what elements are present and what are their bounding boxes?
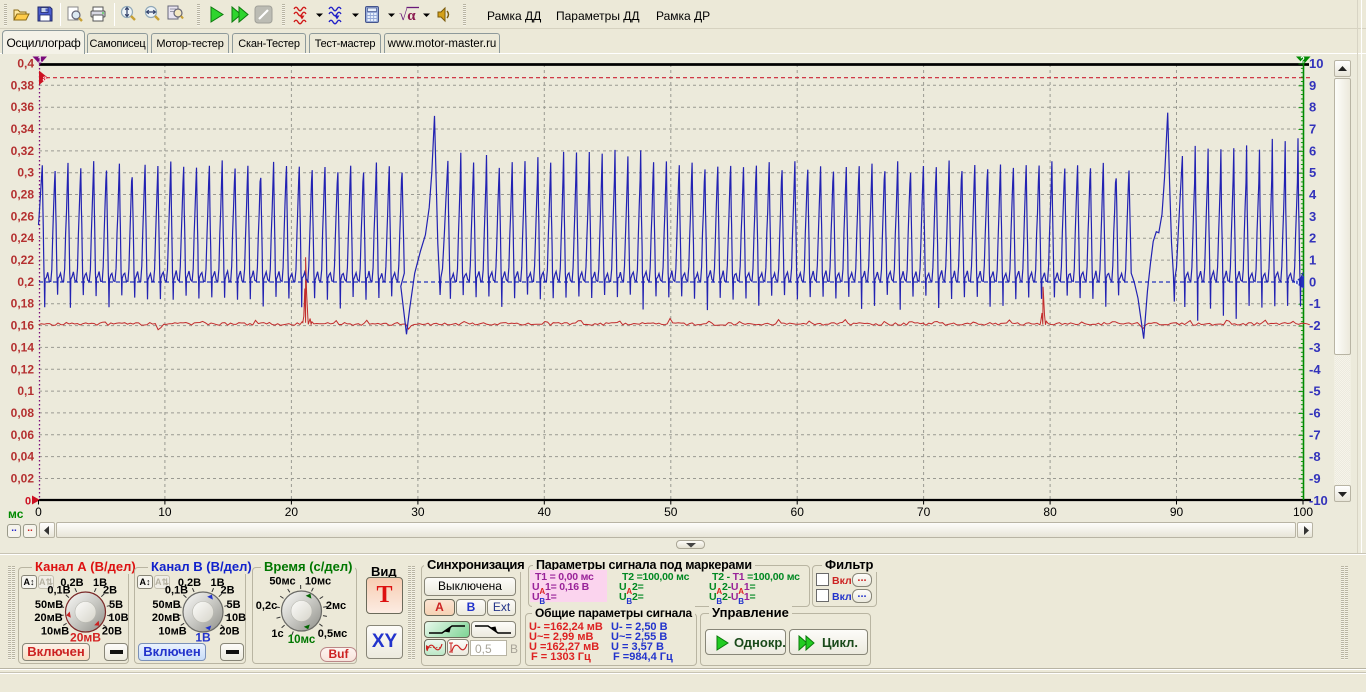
svg-text:0,12: 0,12 [11,362,35,376]
svg-text:-2: -2 [1309,318,1321,333]
svg-text:30: 30 [411,505,425,519]
svg-text:10мс: 10мс [288,634,316,646]
svg-text:-1: -1 [1309,296,1321,311]
svg-text:10мс: 10мс [305,576,331,588]
svg-text:-9: -9 [1309,471,1321,486]
svg-text:50мс: 50мс [269,576,295,588]
svg-text:20: 20 [285,505,299,519]
svg-text:10мВ: 10мВ [41,626,69,638]
svg-text:0,2с: 0,2с [256,600,277,612]
svg-text:0,26: 0,26 [11,209,35,223]
svg-text:20В: 20В [219,626,239,638]
svg-text:2мс: 2мс [326,600,346,612]
svg-text:-6: -6 [1309,405,1321,420]
svg-text:0,1: 0,1 [17,384,34,398]
svg-text:3: 3 [1309,209,1316,224]
svg-text:20мВ: 20мВ [152,612,180,624]
svg-text:0,5мс: 0,5мс [318,628,347,640]
svg-text:0,08: 0,08 [11,406,35,420]
svg-text:10мВ: 10мВ [158,626,186,638]
svg-text:0,32: 0,32 [11,144,35,158]
svg-text:50мВ: 50мВ [35,599,63,611]
svg-text:0,38: 0,38 [11,78,35,92]
svg-text:0,24: 0,24 [11,231,35,245]
svg-text:10В: 10В [108,612,128,624]
svg-text:1с: 1с [271,628,283,640]
svg-text:√α: √α [399,8,416,24]
svg-text:4: 4 [1309,187,1317,202]
svg-text:0,34: 0,34 [11,122,35,136]
svg-text:9: 9 [1309,78,1316,93]
svg-text:0,4: 0,4 [17,57,34,71]
svg-text:-4: -4 [1309,362,1321,377]
svg-text:2: 2 [1300,56,1305,65]
svg-text:0: 0 [1309,274,1316,289]
svg-text:0,2: 0,2 [17,275,34,289]
svg-text:0,22: 0,22 [11,253,35,267]
svg-text:0,18: 0,18 [11,297,35,311]
svg-text:0: 0 [1295,279,1300,288]
svg-text:2В: 2В [220,585,234,597]
svg-text:2В: 2В [103,585,117,597]
svg-text:50мВ: 50мВ [152,599,180,611]
svg-text:60: 60 [791,505,805,519]
svg-text:7: 7 [1309,122,1316,137]
svg-text:5В: 5В [109,599,123,611]
svg-text:0,02: 0,02 [11,472,35,486]
svg-text:80: 80 [1043,505,1057,519]
svg-text:-5: -5 [1309,384,1321,399]
svg-text:0,14: 0,14 [11,340,35,354]
svg-text:a: a [43,74,48,83]
svg-text:1: 1 [1309,253,1316,268]
svg-text:0: 0 [35,505,42,519]
svg-text:10: 10 [158,505,172,519]
svg-text:5В: 5В [226,599,240,611]
svg-text:10: 10 [1309,56,1323,71]
svg-text:-8: -8 [1309,449,1321,464]
svg-text:0,1В: 0,1В [47,585,70,597]
svg-text:90: 90 [1170,505,1184,519]
svg-text:50: 50 [664,505,678,519]
svg-text:0,3: 0,3 [17,166,34,180]
svg-text:10В: 10В [226,612,246,624]
svg-text:20мВ: 20мВ [34,612,62,624]
svg-text:8: 8 [1309,100,1316,115]
svg-text:0,06: 0,06 [11,428,35,442]
svg-text:1: 1 [38,56,43,65]
svg-text:40: 40 [538,505,552,519]
svg-text:0,28: 0,28 [11,188,35,202]
svg-text:2: 2 [1309,231,1316,246]
svg-text:0,04: 0,04 [11,450,35,464]
svg-text:20В: 20В [102,626,122,638]
svg-text:мс: мс [8,507,24,521]
svg-text:-3: -3 [1309,340,1321,355]
svg-text:0,36: 0,36 [11,100,35,114]
svg-text:-7: -7 [1309,427,1321,442]
svg-text:0: 0 [25,496,31,508]
svg-text:70: 70 [917,505,931,519]
svg-text:100: 100 [1293,505,1313,519]
svg-text:0,16: 0,16 [11,319,35,333]
svg-text:0,1В: 0,1В [165,585,188,597]
svg-text:6: 6 [1309,143,1316,158]
svg-text:5: 5 [1309,165,1316,180]
